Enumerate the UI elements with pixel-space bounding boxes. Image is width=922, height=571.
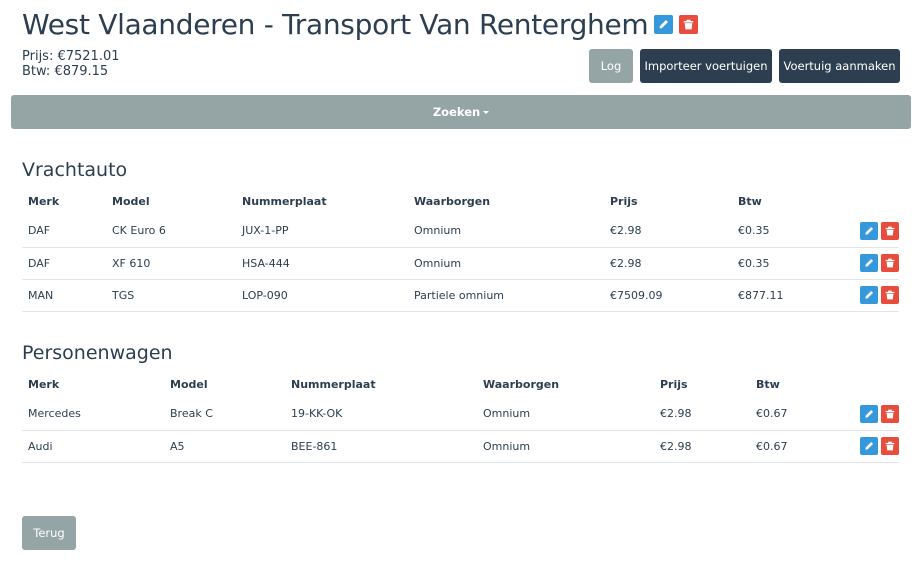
table-row: MAN TGS LOP-090 Partiele omnium €7509.09… — [22, 279, 899, 312]
cell-price: €2.98 — [604, 215, 732, 248]
column-header: Waarborgen — [414, 195, 491, 208]
cell-vat: €0.67 — [750, 430, 835, 463]
cell-model: CK Euro 6 — [106, 215, 236, 248]
cell-model: Break C — [164, 398, 285, 431]
pencil-icon — [865, 441, 874, 450]
column-header: Btw — [738, 195, 762, 208]
column-header: Model — [170, 378, 208, 391]
cell-actions — [835, 215, 899, 248]
title-row: West Vlaanderen - Transport Van Rentergh… — [22, 8, 699, 41]
edit-vehicle-button[interactable] — [860, 254, 878, 272]
cell-vat: €877.11 — [732, 279, 835, 312]
column-header: Prijs — [660, 378, 688, 391]
pencil-icon — [865, 290, 874, 299]
cell-price: €2.98 — [654, 398, 750, 431]
cell-guarantee: Omnium — [477, 398, 654, 431]
log-button[interactable]: Log — [589, 49, 633, 83]
trash-icon — [885, 290, 895, 300]
delete-vehicle-button[interactable] — [881, 221, 899, 240]
edit-company-button[interactable] — [654, 15, 674, 34]
cell-brand: MAN — [22, 279, 106, 312]
cell-actions — [835, 398, 899, 431]
cell-plate: JUX-1-PP — [236, 215, 408, 248]
column-header: Model — [112, 195, 150, 208]
pencil-icon — [660, 20, 669, 29]
pencil-icon — [865, 409, 874, 418]
delete-vehicle-button[interactable] — [881, 404, 899, 423]
cell-guarantee: Omnium — [477, 430, 654, 463]
trucks-table: Merk Model Nummerplaat Waarborgen Prijs … — [22, 188, 899, 312]
column-header: Nummerplaat — [242, 195, 327, 208]
trash-icon — [885, 226, 895, 236]
edit-vehicle-button[interactable] — [860, 286, 878, 304]
table-row: DAF CK Euro 6 JUX-1-PP Omnium €2.98 €0.3… — [22, 215, 899, 248]
cars-table: Merk Model Nummerplaat Waarborgen Prijs … — [22, 371, 899, 463]
column-header-actions — [835, 188, 899, 215]
cell-actions — [835, 247, 899, 280]
delete-vehicle-button[interactable] — [881, 286, 899, 304]
totals: Prijs: €7521.01 Btw: €879.15 — [22, 49, 120, 79]
column-header: Prijs — [610, 195, 638, 208]
trash-icon — [885, 409, 895, 419]
page-title: West Vlaanderen - Transport Van Rentergh… — [22, 8, 649, 41]
column-header-actions — [835, 371, 899, 398]
column-header: Btw — [756, 378, 780, 391]
delete-company-button[interactable] — [679, 15, 699, 34]
pencil-icon — [865, 226, 874, 235]
cell-price: €7509.09 — [604, 279, 732, 312]
column-header: Waarborgen — [483, 378, 560, 391]
cell-vat: €0.35 — [732, 215, 835, 248]
trash-icon — [885, 258, 895, 268]
section-title-trucks: Vrachtauto — [22, 159, 128, 181]
cell-vat: €0.35 — [732, 247, 835, 280]
column-header: Merk — [28, 195, 60, 208]
search-toggle[interactable]: Zoeken — [11, 95, 911, 129]
section-title-cars: Personenwagen — [22, 342, 173, 364]
cell-plate: LOP-090 — [236, 279, 408, 312]
cell-brand: DAF — [22, 215, 106, 248]
cell-brand: Mercedes — [22, 398, 164, 431]
cell-brand: DAF — [22, 247, 106, 280]
cell-guarantee: Omnium — [408, 247, 604, 280]
delete-vehicle-button[interactable] — [881, 254, 899, 272]
table-row: Audi A5 BEE-861 Omnium €2.98 €0.67 — [22, 430, 899, 463]
search-label: Zoeken — [432, 105, 481, 119]
cell-price: €2.98 — [654, 430, 750, 463]
table-row: Mercedes Break C 19-KK-OK Omnium €2.98 €… — [22, 398, 899, 431]
cell-actions — [835, 279, 899, 312]
table-header: Merk Model Nummerplaat Waarborgen Prijs … — [22, 188, 899, 215]
total-vat: Btw: €879.15 — [22, 64, 109, 79]
column-header: Nummerplaat — [291, 378, 376, 391]
cell-actions — [835, 430, 899, 463]
cell-plate: HSA-444 — [236, 247, 408, 280]
edit-vehicle-button[interactable] — [860, 437, 878, 455]
edit-vehicle-button[interactable] — [860, 404, 878, 423]
import-vehicles-button[interactable]: Importeer voertuigen — [640, 49, 772, 83]
cell-vat: €0.67 — [750, 398, 835, 431]
create-vehicle-button[interactable]: Voertuig aanmaken — [779, 49, 900, 83]
trash-icon — [885, 441, 895, 451]
cell-brand: Audi — [22, 430, 164, 463]
table-header: Merk Model Nummerplaat Waarborgen Prijs … — [22, 371, 899, 398]
delete-vehicle-button[interactable] — [881, 437, 899, 455]
cell-plate: 19-KK-OK — [285, 398, 477, 431]
column-header: Merk — [28, 378, 60, 391]
cell-model: TGS — [106, 279, 236, 312]
table-row: DAF XF 610 HSA-444 Omnium €2.98 €0.35 — [22, 247, 899, 280]
back-button[interactable]: Terug — [22, 516, 76, 550]
cell-price: €2.98 — [604, 247, 732, 280]
edit-vehicle-button[interactable] — [860, 221, 878, 240]
cell-plate: BEE-861 — [285, 430, 477, 463]
cell-guarantee: Omnium — [408, 215, 604, 248]
pencil-icon — [865, 258, 874, 267]
cell-model: A5 — [164, 430, 285, 463]
caret-down-icon — [483, 110, 490, 114]
total-price: Prijs: €7521.01 — [22, 49, 120, 64]
trash-icon — [684, 19, 694, 30]
cell-guarantee: Partiele omnium — [408, 279, 604, 312]
cell-model: XF 610 — [106, 247, 236, 280]
